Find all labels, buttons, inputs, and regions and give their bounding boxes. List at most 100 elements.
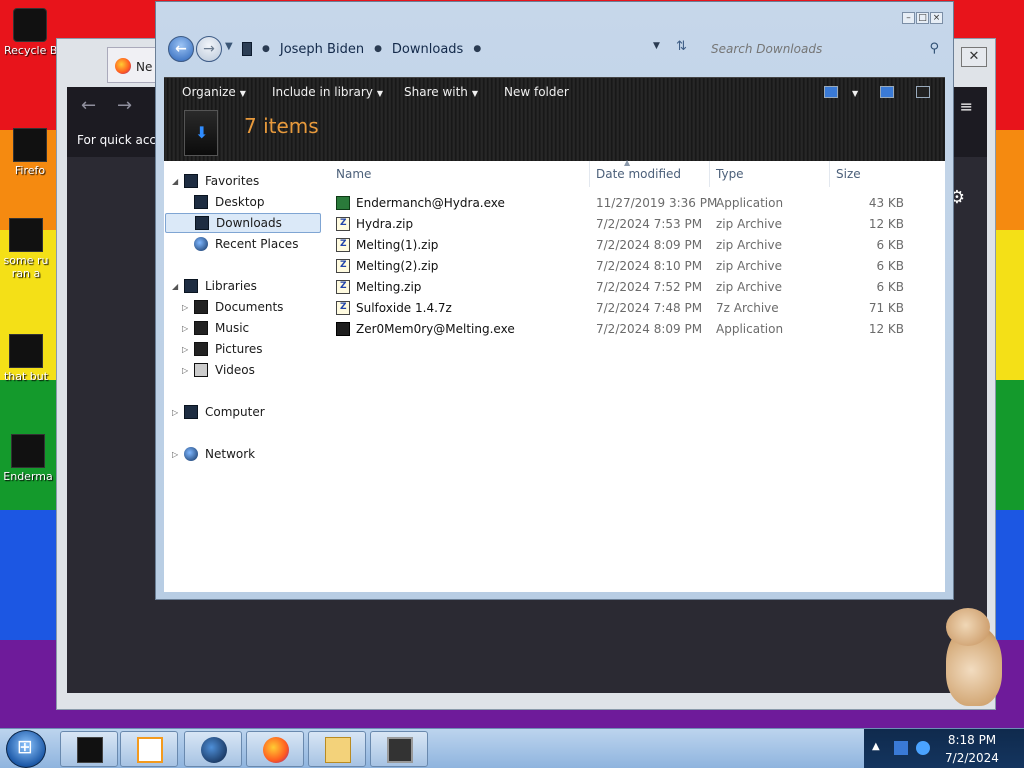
include-in-library-button[interactable]: Include in library ▼ xyxy=(272,85,383,99)
column-header-type[interactable]: Type xyxy=(716,167,744,181)
hamburger-menu-icon[interactable]: ≡ xyxy=(960,97,973,116)
taskbar-button-globe[interactable] xyxy=(184,731,242,767)
nav-videos[interactable]: ▷ Videos xyxy=(182,360,255,380)
nav-network[interactable]: ▷ Network xyxy=(172,444,255,464)
search-icon[interactable]: ⚲ xyxy=(929,41,939,56)
nav-label: Computer xyxy=(205,405,265,419)
expand-triangle-icon[interactable]: ▷ xyxy=(182,303,194,312)
network-tray-icon[interactable] xyxy=(894,741,908,755)
preview-pane-icon[interactable] xyxy=(880,86,894,98)
show-hidden-icons-chevron-icon[interactable]: ▲ xyxy=(872,741,886,755)
column-header-size[interactable]: Size xyxy=(836,167,861,181)
desktop-icon-that-but[interactable]: that but xyxy=(0,334,52,383)
file-size: 6 KB xyxy=(876,259,904,273)
taskbar-button-windows[interactable] xyxy=(370,731,428,767)
column-header-name[interactable]: Name xyxy=(336,167,371,181)
nav-libraries[interactable]: ◢ Libraries xyxy=(172,276,257,296)
file-icon xyxy=(9,334,43,368)
volume-tray-icon[interactable] xyxy=(916,741,930,755)
clock-time[interactable]: 8:18 PM xyxy=(932,733,1012,747)
forward-button[interactable]: → xyxy=(196,36,222,62)
breadcrumb-downloads[interactable]: Downloads xyxy=(392,42,463,57)
back-arrow-icon[interactable]: ← xyxy=(81,95,96,116)
help-icon[interactable] xyxy=(916,86,930,98)
collapse-triangle-icon[interactable]: ◢ xyxy=(172,282,184,291)
address-dropdown-icon[interactable]: ▼ xyxy=(653,41,660,51)
desktop-icon-recycle-bin[interactable]: Recycle B xyxy=(4,8,56,57)
table-row[interactable]: Zer0Mem0ry@Melting.exe 7/2/2024 8:09 PM … xyxy=(334,319,945,340)
firefox-close-button[interactable]: ✕ xyxy=(961,47,987,67)
taskbar-button-folder[interactable] xyxy=(308,731,366,767)
desktop-icon-endermanch[interactable]: Enderma xyxy=(2,434,54,483)
file-name: Hydra.zip xyxy=(356,217,414,231)
nav-downloads[interactable]: Downloads xyxy=(165,213,321,233)
column-header-date[interactable]: Date modified xyxy=(596,167,681,181)
nav-music[interactable]: ▷ Music xyxy=(182,318,249,338)
table-row[interactable]: Melting(1).zip 7/2/2024 8:09 PM zip Arch… xyxy=(334,235,945,256)
application-icon xyxy=(11,434,45,468)
explorer-window: – □ × ← → ▼ ● Joseph Biden ● Downloads ●… xyxy=(155,1,954,600)
file-type: zip Archive xyxy=(716,238,782,252)
breadcrumb[interactable]: ● Joseph Biden ● Downloads ● xyxy=(242,35,742,63)
hamster-pet[interactable] xyxy=(940,606,1004,708)
nav-label: Favorites xyxy=(205,174,260,188)
search-input[interactable] xyxy=(706,35,945,63)
file-date: 7/2/2024 8:10 PM xyxy=(596,259,703,273)
forward-arrow-icon[interactable]: → xyxy=(117,95,132,116)
folder-icon xyxy=(325,737,351,763)
file-name: Zer0Mem0ry@Melting.exe xyxy=(356,322,515,336)
view-options-chevron-icon[interactable]: ▼ xyxy=(848,85,858,99)
hamster-head xyxy=(946,608,990,646)
file-size: 71 KB xyxy=(868,301,904,315)
back-button[interactable]: ← xyxy=(168,36,194,62)
table-row[interactable]: Melting.zip 7/2/2024 7:52 PM zip Archive… xyxy=(334,277,945,298)
column-divider[interactable] xyxy=(589,161,590,187)
computer-icon xyxy=(184,405,198,419)
include-in-library-label: Include in library xyxy=(272,85,373,99)
breadcrumb-separator-icon[interactable]: ● xyxy=(374,44,382,54)
breadcrumb-separator-icon[interactable]: ● xyxy=(473,44,481,54)
collapse-triangle-icon[interactable]: ◢ xyxy=(172,177,184,186)
firefox-icon xyxy=(263,737,289,763)
nav-pictures[interactable]: ▷ Pictures xyxy=(182,339,263,359)
maximize-button[interactable]: □ xyxy=(916,12,929,24)
table-row[interactable]: Melting(2).zip 7/2/2024 8:10 PM zip Arch… xyxy=(334,256,945,277)
breadcrumb-user[interactable]: Joseph Biden xyxy=(280,42,364,57)
expand-triangle-icon[interactable]: ▷ xyxy=(182,345,194,354)
file-date: 7/2/2024 7:53 PM xyxy=(596,217,703,231)
recent-pages-chevron-icon[interactable]: ▼ xyxy=(225,41,233,52)
refresh-icon[interactable]: ⇅ xyxy=(676,39,687,54)
share-with-button[interactable]: Share with ▼ xyxy=(404,85,478,99)
nav-documents[interactable]: ▷ Documents xyxy=(182,297,283,317)
organize-button[interactable]: Organize ▼ xyxy=(182,85,246,99)
taskbar-button-firefox[interactable] xyxy=(246,731,304,767)
nav-recent-places[interactable]: Recent Places xyxy=(194,234,298,254)
minimize-button[interactable]: – xyxy=(902,12,915,24)
table-row[interactable]: Hydra.zip 7/2/2024 7:53 PM zip Archive 1… xyxy=(334,214,945,235)
expand-triangle-icon[interactable]: ▷ xyxy=(182,324,194,333)
taskbar-button-media-player[interactable] xyxy=(120,731,178,767)
close-button[interactable]: × xyxy=(930,12,943,24)
table-row[interactable]: Endermanch@Hydra.exe 11/27/2019 3:36 PM … xyxy=(334,193,945,214)
desktop-icon-firefox[interactable]: Firefo xyxy=(4,128,56,177)
new-folder-button[interactable]: New folder xyxy=(504,85,569,99)
firefox-shortcut-icon xyxy=(13,128,47,162)
nav-favorites[interactable]: ◢ Favorites xyxy=(172,171,259,191)
change-view-icon[interactable] xyxy=(824,86,838,98)
expand-triangle-icon[interactable]: ▷ xyxy=(172,450,184,459)
taskbar-button-explorer[interactable] xyxy=(60,731,118,767)
start-button[interactable] xyxy=(6,730,46,768)
column-divider[interactable] xyxy=(709,161,710,187)
organize-label: Organize xyxy=(182,85,236,99)
desktop-icon-some-ru[interactable]: some ru ran a xyxy=(0,218,52,280)
nav-desktop[interactable]: Desktop xyxy=(194,192,265,212)
clock-date[interactable]: 7/2/2024 xyxy=(932,751,1012,765)
breadcrumb-separator-icon[interactable]: ● xyxy=(262,44,270,54)
column-divider[interactable] xyxy=(829,161,830,187)
nav-computer[interactable]: ▷ Computer xyxy=(172,402,265,422)
table-row[interactable]: Sulfoxide 1.4.7z 7/2/2024 7:48 PM 7z Arc… xyxy=(334,298,945,319)
downloads-folder-icon xyxy=(184,110,218,156)
file-date: 11/27/2019 3:36 PM xyxy=(596,196,718,210)
expand-triangle-icon[interactable]: ▷ xyxy=(172,408,184,417)
expand-triangle-icon[interactable]: ▷ xyxy=(182,366,194,375)
